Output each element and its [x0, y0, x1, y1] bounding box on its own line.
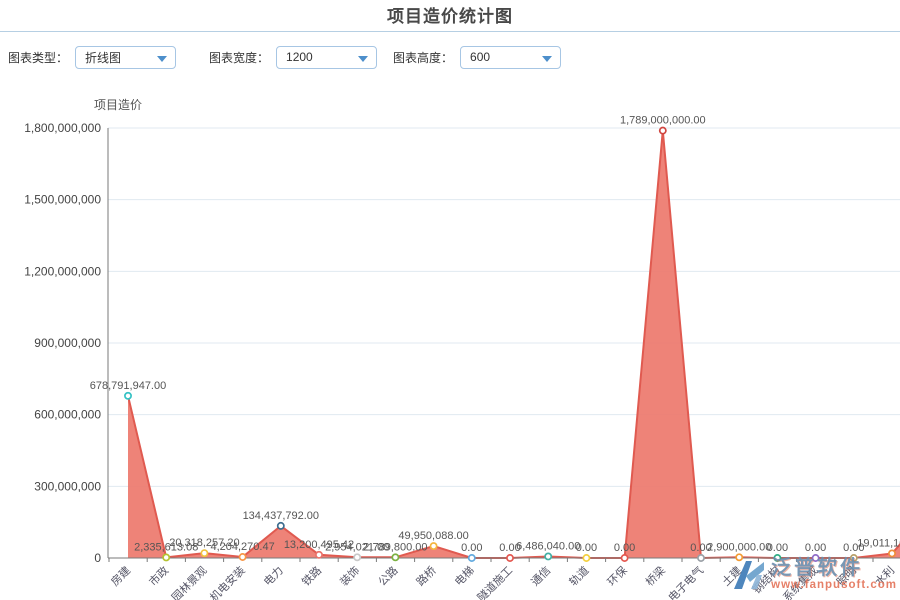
- data-label: 0.00: [805, 542, 826, 554]
- data-point[interactable]: [201, 550, 207, 556]
- x-category-label: 轨道: [566, 563, 591, 588]
- x-category-label: 钢结构: [749, 563, 782, 596]
- x-category-label: 土建: [719, 563, 744, 588]
- x-category-label: 系统集成: [780, 563, 821, 600]
- series-line: [128, 131, 900, 558]
- data-label: 6,486,040.00: [516, 540, 580, 552]
- x-category-label: 桥梁: [642, 563, 667, 588]
- x-category-label: 路桥: [414, 564, 439, 589]
- data-label: 134,437,792.00: [243, 510, 319, 522]
- x-category-label: 电子电气: [665, 563, 706, 600]
- chart-height-group: 图表高度： 600: [393, 46, 561, 69]
- chevron-down-icon: [358, 56, 368, 62]
- chart-type-group: 图表类型： 折线图: [8, 46, 193, 69]
- data-point[interactable]: [583, 555, 589, 561]
- x-category-label: 电力: [261, 564, 286, 589]
- data-label: 0.00: [767, 542, 788, 554]
- data-label: 1,789,000,000.00: [620, 115, 706, 127]
- y-tick-label: 900,000,000: [34, 336, 101, 350]
- chevron-down-icon: [542, 56, 552, 62]
- data-label: 19,011,104.43: [857, 537, 900, 549]
- chevron-down-icon: [157, 56, 167, 62]
- x-category-label: 公路: [376, 564, 401, 589]
- data-point[interactable]: [774, 555, 780, 561]
- data-point[interactable]: [698, 555, 704, 561]
- chart-width-select[interactable]: 1200: [276, 46, 377, 69]
- data-point[interactable]: [125, 393, 131, 399]
- y-tick-label: 600,000,000: [34, 408, 101, 422]
- y-tick-label: 1,500,000,000: [24, 193, 101, 207]
- x-category-label: 照明: [834, 564, 859, 589]
- data-label: 678,791,947.00: [90, 380, 166, 392]
- data-label: 0.00: [461, 542, 482, 554]
- chart-width-label: 图表宽度：: [209, 49, 269, 66]
- y-tick-label: 0: [94, 551, 101, 565]
- chart-type-value: 折线图: [85, 49, 121, 66]
- chart-type-select[interactable]: 折线图: [75, 46, 176, 69]
- y-tick-label: 1,200,000,000: [24, 264, 101, 278]
- data-label: 49,950,088.00: [398, 530, 468, 542]
- data-point[interactable]: [736, 554, 742, 560]
- x-category-label: 机电安装: [207, 563, 248, 600]
- x-category-label: 水利: [872, 564, 897, 589]
- data-point[interactable]: [507, 555, 513, 561]
- data-label: 4,204,270.47: [210, 541, 274, 553]
- data-point[interactable]: [813, 555, 819, 561]
- chart-height-value: 600: [470, 50, 490, 64]
- x-category-label: 电梯: [452, 564, 477, 589]
- data-point[interactable]: [316, 552, 322, 558]
- data-point[interactable]: [278, 523, 284, 529]
- data-point[interactable]: [660, 128, 666, 134]
- x-category-label: 铁路: [299, 564, 324, 589]
- x-category-label: 环保: [604, 563, 629, 588]
- header-divider: [0, 31, 900, 32]
- series-area: [128, 131, 900, 558]
- data-point[interactable]: [392, 554, 398, 560]
- chart-width-group: 图表宽度： 1200: [209, 46, 377, 69]
- data-label: 2,900,000.00: [707, 541, 771, 553]
- x-category-label: 园林景观: [169, 563, 210, 600]
- chart-type-label: 图表类型：: [8, 49, 68, 66]
- data-point[interactable]: [163, 554, 169, 560]
- data-point[interactable]: [354, 554, 360, 560]
- data-label: 2,789,800.00: [363, 541, 427, 553]
- chart-width-value: 1200: [286, 50, 313, 64]
- data-label: 0.00: [614, 542, 635, 554]
- data-point[interactable]: [545, 553, 551, 559]
- y-tick-label: 300,000,000: [34, 479, 101, 493]
- x-category-label: 房建: [108, 563, 133, 588]
- data-point[interactable]: [240, 554, 246, 560]
- x-category-label: 通信: [529, 564, 554, 589]
- data-point[interactable]: [469, 555, 475, 561]
- data-point[interactable]: [431, 543, 437, 549]
- chart-controls: 图表类型： 折线图 图表宽度： 1200 图表高度： 600: [8, 45, 561, 69]
- data-point[interactable]: [622, 555, 628, 561]
- x-category-label: 隧道施工: [474, 563, 515, 600]
- x-category-label: 装饰: [337, 563, 362, 588]
- cost-line-chart: 0 300,000,000 600,000,000 900,000,000 1,200,…: [0, 80, 900, 600]
- x-category-label: 市政: [146, 563, 171, 588]
- chart-height-label: 图表高度：: [393, 49, 453, 66]
- data-point[interactable]: [851, 555, 857, 561]
- page-title: 项目造价统计图: [0, 2, 900, 27]
- data-point[interactable]: [889, 550, 895, 556]
- y-tick-label: 1,800,000,000: [24, 121, 101, 135]
- chart-height-select[interactable]: 600: [460, 46, 561, 69]
- data-label: 0.00: [576, 542, 597, 554]
